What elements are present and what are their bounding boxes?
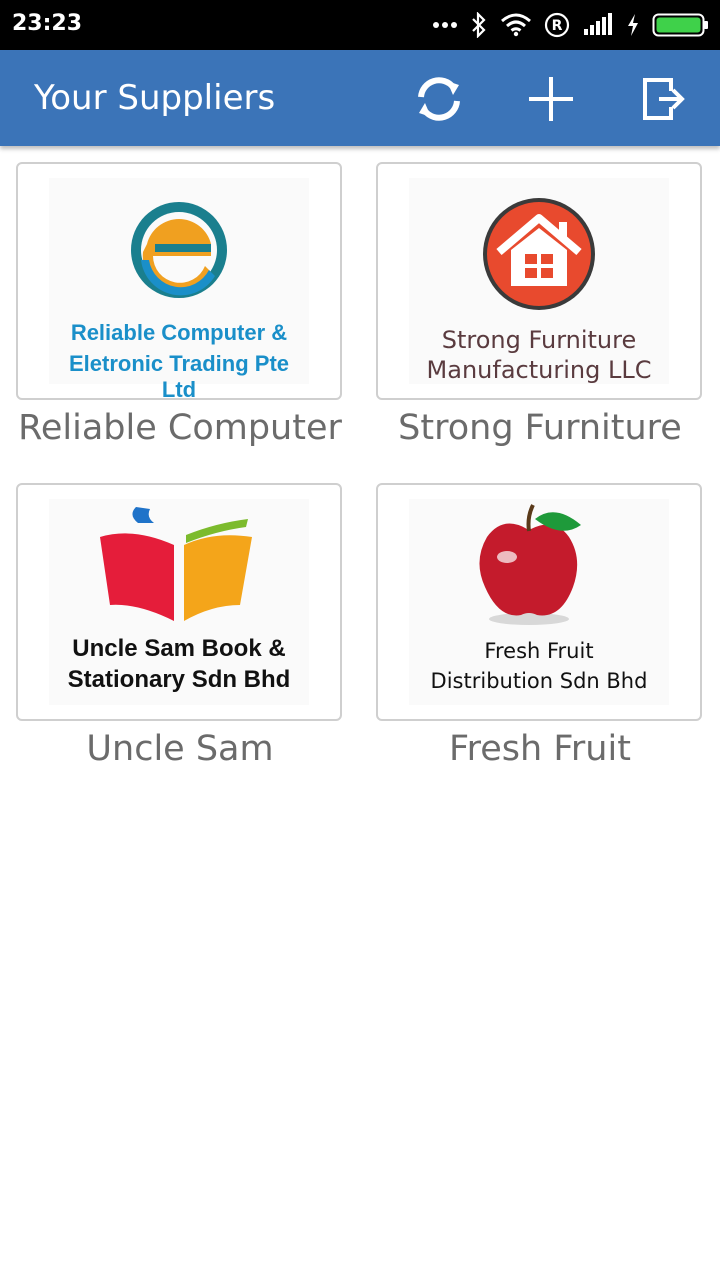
- supplier-card: Strong Furniture Manufacturing LLC Stron…: [360, 146, 720, 467]
- signal-icon: [584, 13, 612, 35]
- logo-text-line2: Stationary Sdn Bhd: [67, 666, 291, 693]
- supplier-name[interactable]: Reliable Computer: [0, 408, 360, 448]
- logout-icon: [643, 78, 685, 120]
- supplier-name[interactable]: Fresh Fruit: [360, 729, 720, 769]
- plus-icon: [529, 77, 573, 121]
- supplier-card: Fresh Fruit Distribution Sdn Bhd Fresh F…: [360, 467, 720, 788]
- logo-text-line1: Reliable Computer &: [70, 320, 288, 345]
- supplier-logo: Uncle Sam Book & Stationary Sdn Bhd: [49, 499, 309, 705]
- logo-text-line2: Manufacturing LLC: [426, 356, 652, 384]
- status-bar: 23:23 R: [0, 0, 720, 50]
- apple-icon: [479, 504, 581, 625]
- supplier-logo: Reliable Computer & Eletronic Trading Pt…: [49, 178, 309, 402]
- supplier-tile-strong-furniture[interactable]: Strong Furniture Manufacturing LLC: [376, 162, 702, 400]
- bluetooth-icon: [472, 12, 486, 38]
- battery-icon: [652, 13, 708, 37]
- supplier-logo: Strong Furniture Manufacturing LLC: [409, 178, 669, 384]
- page-title: Your Suppliers: [34, 78, 276, 118]
- house-icon: [483, 198, 595, 310]
- wifi-icon: [501, 13, 531, 37]
- add-supplier-button[interactable]: [524, 72, 578, 126]
- more-dots-icon: [433, 22, 457, 28]
- supplier-card: Reliable Computer & Eletronic Trading Pt…: [0, 146, 360, 467]
- logo-text-line1: Strong Furniture: [441, 326, 637, 354]
- supplier-tile-uncle-sam[interactable]: Uncle Sam Book & Stationary Sdn Bhd: [16, 483, 342, 721]
- refresh-icon: [418, 77, 460, 121]
- status-icons: R: [432, 8, 710, 42]
- logout-button[interactable]: [636, 72, 690, 126]
- supplier-tile-fresh-fruit[interactable]: Fresh Fruit Distribution Sdn Bhd: [376, 483, 702, 721]
- svg-text:R: R: [552, 18, 563, 34]
- open-book-icon: [100, 507, 252, 621]
- refresh-button[interactable]: [412, 72, 466, 126]
- supplier-name[interactable]: Strong Furniture: [360, 408, 720, 448]
- supplier-card: Uncle Sam Book & Stationary Sdn Bhd Uncl…: [0, 467, 360, 788]
- registered-icon: R: [544, 12, 570, 38]
- logo-text-line1: Fresh Fruit: [484, 639, 594, 663]
- supplier-logo: Fresh Fruit Distribution Sdn Bhd: [409, 499, 669, 705]
- logo-text-line1: Uncle Sam Book &: [72, 635, 286, 662]
- supplier-tile-reliable-computer[interactable]: Reliable Computer & Eletronic Trading Pt…: [16, 162, 342, 402]
- logo-text-line2: Distribution Sdn Bhd: [430, 669, 648, 693]
- e-globe-icon: [131, 202, 227, 298]
- logo-text-line2: Eletronic Trading Pte Ltd: [68, 351, 290, 402]
- supplier-name[interactable]: Uncle Sam: [0, 729, 360, 769]
- app-bar: Your Suppliers: [0, 50, 720, 146]
- status-time: 23:23: [12, 11, 83, 36]
- charging-icon: [628, 14, 638, 36]
